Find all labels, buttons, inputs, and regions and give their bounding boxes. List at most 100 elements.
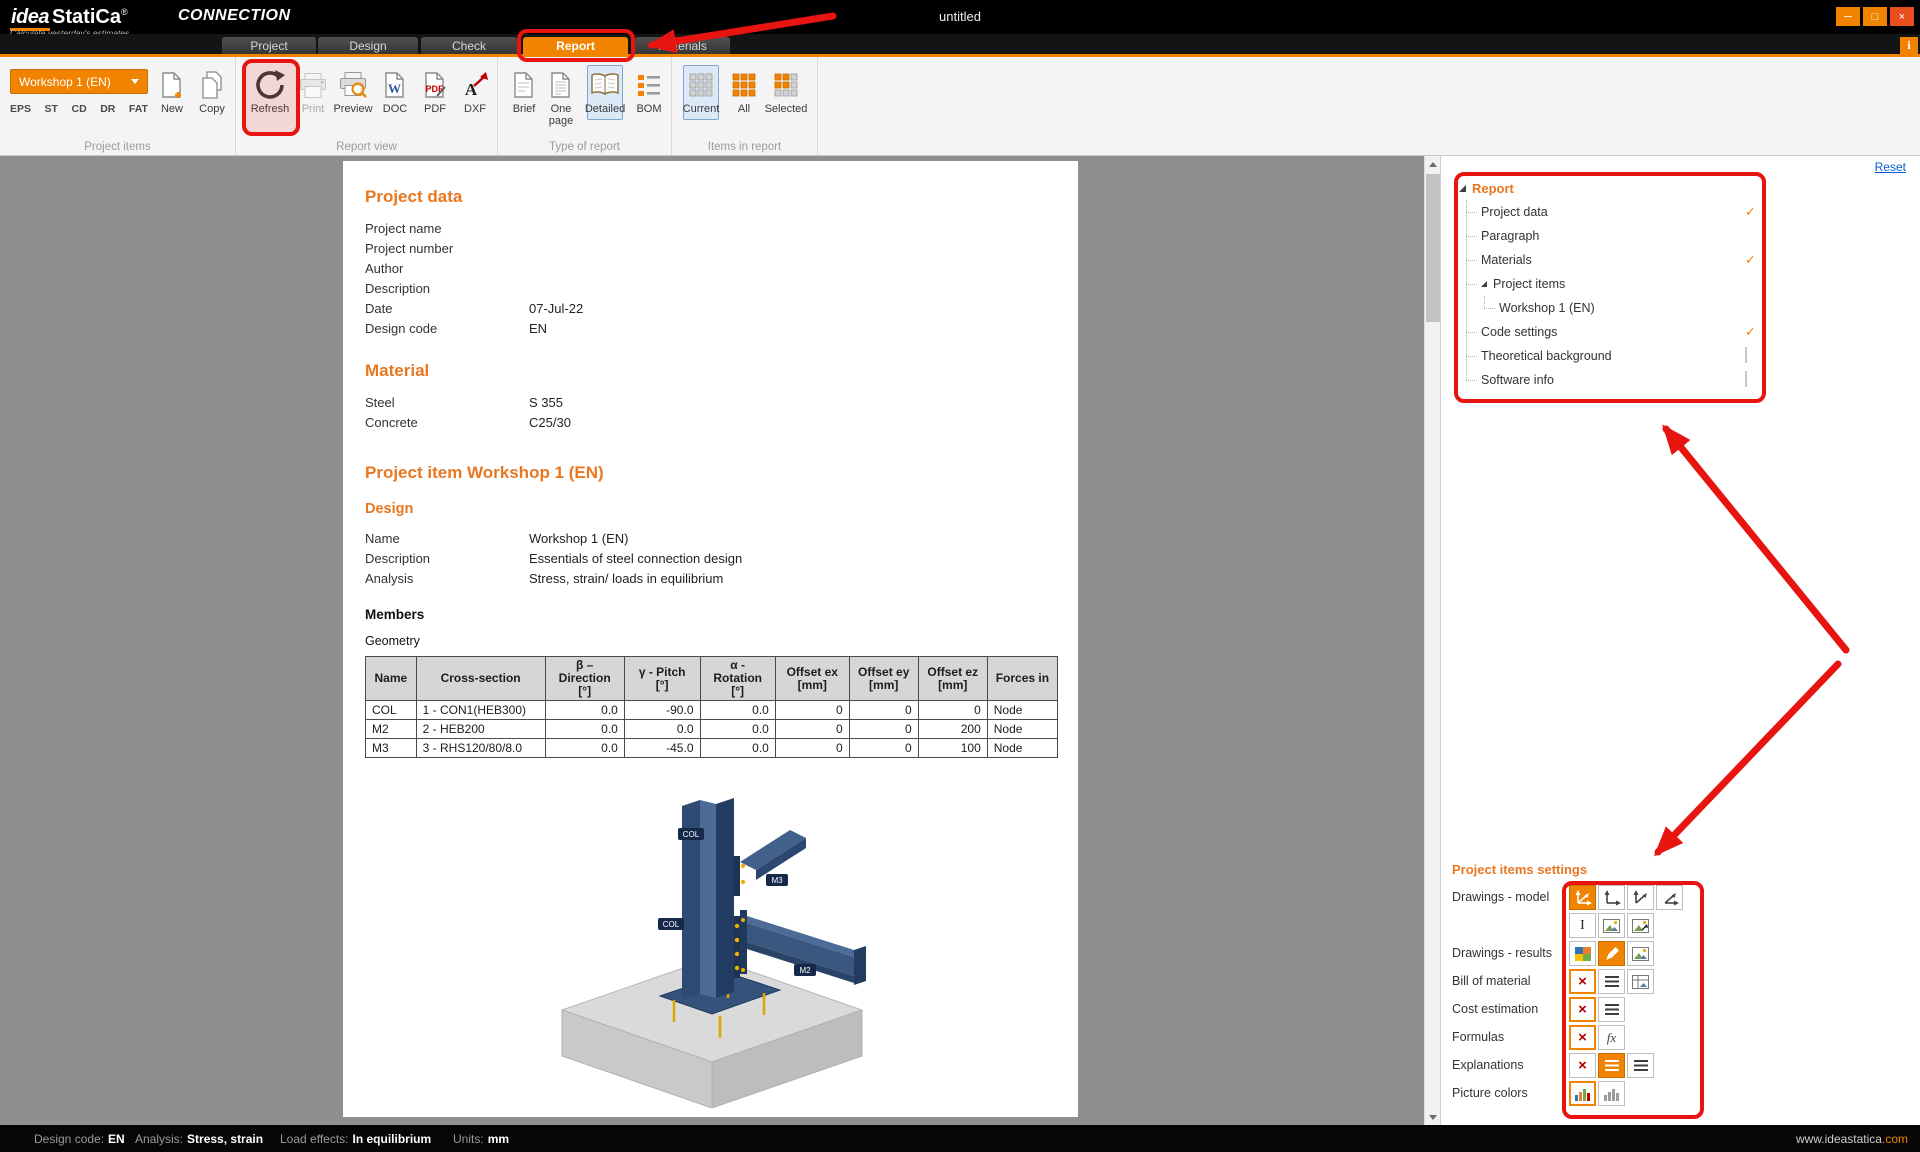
tree-twig [1466,380,1477,381]
tree-item-software-info[interactable]: Software info [1459,368,1775,392]
tree-item-materials[interactable]: Materials ✓ [1459,248,1775,272]
picture-fullsize-button[interactable] [1627,913,1654,938]
print-button[interactable]: Print [295,68,331,116]
data-row: Date07-Jul-22 [365,299,1058,319]
status-units: Units:mm [453,1132,509,1146]
tree-item-label: Paragraph [1481,229,1539,243]
picture-small-button[interactable] [1598,913,1625,938]
group-label: Items in report [672,141,817,153]
checkbox-materials[interactable]: ✓ [1745,252,1756,267]
detailed-report-button[interactable]: Detailed [587,65,623,120]
selected-items-grid-icon [773,72,799,98]
tree-item-workshop-1-en[interactable]: Workshop 1 (EN) [1459,296,1775,320]
reset-link[interactable]: Reset [1875,160,1906,174]
info-button[interactable]: i [1900,37,1918,54]
picture-colors-gray-button[interactable] [1598,1081,1625,1106]
pdf-document-icon: PDF [422,71,448,99]
expander-icon[interactable] [1481,281,1487,287]
table-row: M2 2 - HEB200 0.0 0.0 0.0 0 0 200 Node [366,720,1058,739]
results-edit-button[interactable] [1598,941,1625,966]
view-front-button[interactable] [1598,885,1625,910]
picture-colors-color-button[interactable] [1569,1081,1596,1106]
checkbox-project-data[interactable]: ✓ [1745,204,1756,219]
connection-3d-model-image: COL COL M3 M2 [532,778,892,1108]
x-icon: × [1578,974,1587,989]
export-dxf-button[interactable]: A DXF [457,68,493,116]
vertical-scrollbar[interactable] [1424,156,1440,1125]
tree-twig [1466,332,1477,333]
copy-button[interactable]: Copy [194,68,230,116]
view-side-button[interactable] [1627,885,1654,910]
formulas-none-button[interactable]: × [1569,1025,1596,1050]
checkbox-software-info[interactable] [1745,371,1747,387]
tab-design[interactable]: Design [318,37,418,57]
close-button[interactable]: × [1890,7,1914,26]
project-item-dropdown[interactable]: Workshop 1 (EN) [10,69,148,94]
expander-icon[interactable] [1459,185,1466,192]
titlebar: ideaStatiCa® Calculate yesterday's estim… [0,0,1920,34]
cost-list-button[interactable] [1598,997,1625,1022]
tree-item-paragraph[interactable]: Paragraph [1459,224,1775,248]
checkbox-theoretical-background[interactable] [1745,347,1747,363]
bom-none-button[interactable]: × [1569,969,1596,994]
export-pdf-button[interactable]: PDF PDF [417,68,453,116]
explanations-none-button[interactable]: × [1569,1053,1596,1078]
items-selected-button[interactable]: Selected [768,68,804,116]
one-page-report-button[interactable]: One page [543,68,579,127]
scroll-down-button[interactable] [1425,1109,1441,1125]
arrow-up-icon [1429,162,1437,167]
explanations-highlight-list-button[interactable] [1598,1053,1625,1078]
tree-item-code-settings[interactable]: Code settings ✓ [1459,320,1775,344]
document-title: untitled [0,9,1920,24]
caption-button[interactable]: I [1569,913,1596,938]
items-all-button[interactable]: All [726,68,762,116]
minimize-button[interactable]: ─ [1836,7,1860,26]
tab-report[interactable]: Report [523,37,628,57]
settings-row-cost-estimation: Cost estimation × [1441,997,1911,1023]
checkbox-code-settings[interactable]: ✓ [1745,324,1756,339]
tab-check[interactable]: Check [421,37,517,57]
refresh-button[interactable]: Refresh [252,68,288,116]
preview-button[interactable]: Preview [335,68,371,116]
export-doc-button[interactable]: W DOC [377,68,413,116]
data-row: AnalysisStress, strain/ loads in equilib… [365,569,1058,589]
maximize-button[interactable]: □ [1863,7,1887,26]
formulas-show-button[interactable]: fx [1598,1025,1625,1050]
x-icon: × [1578,1058,1587,1073]
cost-none-button[interactable]: × [1569,997,1596,1022]
bom-list-button[interactable] [1598,969,1625,994]
tree-twig [1466,212,1477,213]
tree-item-project-items[interactable]: Project items [1459,272,1775,296]
scrollbar-thumb[interactable] [1426,174,1440,322]
tree-item-theoretical-background[interactable]: Theoretical background [1459,344,1775,368]
settings-row-drawings-results: Drawings - results [1441,941,1911,967]
tree-item-report[interactable]: Report [1459,176,1775,200]
bom-table-picture-button[interactable] [1627,969,1654,994]
bom-report-button[interactable]: BOM [631,68,667,116]
geometry-table: Name Cross-section β – Direction [°] γ -… [365,656,1058,758]
results-picture-button[interactable] [1627,941,1654,966]
explanations-list-button[interactable] [1627,1053,1654,1078]
brief-report-button[interactable]: Brief [506,68,542,116]
x-icon: × [1578,1002,1587,1017]
ribbon: Project items Report view Type of report… [0,57,1920,156]
items-current-button[interactable]: Current [683,65,719,120]
website-link[interactable]: www.ideastatica.com [1796,1132,1908,1146]
project-data-rows: Project name Project number Author Descr… [365,219,1058,339]
scroll-up-button[interactable] [1425,156,1441,172]
tab-materials[interactable]: Materials [635,37,730,57]
new-button[interactable]: New [154,68,190,116]
all-items-grid-icon [731,72,757,98]
view-top-button[interactable] [1656,885,1683,910]
results-color-grid-button[interactable] [1569,941,1596,966]
type-dr: DR [100,103,115,115]
data-row: Project number [365,239,1058,259]
tab-project[interactable]: Project [222,37,316,57]
x-icon: × [1578,1030,1587,1045]
section-title-project-item: Project item Workshop 1 (EN) [365,463,1058,483]
tree-item-label: Project data [1481,205,1548,219]
table-picture-icon [1632,975,1649,989]
tree-item-project-data[interactable]: Project data ✓ [1459,200,1775,224]
design-rows: NameWorkshop 1 (EN) DescriptionEssential… [365,529,1058,589]
view-3d-button[interactable] [1569,885,1596,910]
